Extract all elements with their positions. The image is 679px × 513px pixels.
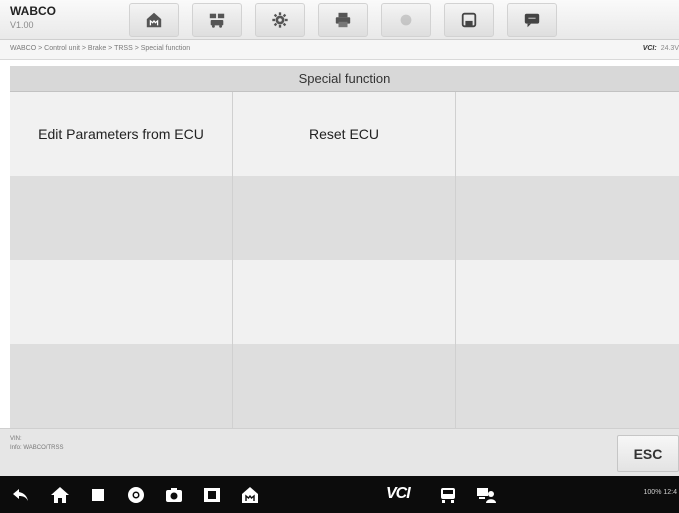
home-icon (146, 12, 162, 28)
function-cell (233, 260, 456, 344)
function-cell (456, 92, 679, 176)
vci-label: VCI: (642, 45, 657, 52)
function-cell[interactable]: Reset ECU (233, 92, 456, 176)
save-icon (461, 12, 477, 28)
recent-apps-button[interactable] (88, 485, 108, 505)
gear-icon (272, 12, 288, 28)
vin-label: VIN: (10, 436, 22, 442)
print-button[interactable] (318, 3, 368, 37)
maxifix-button[interactable] (240, 485, 260, 505)
function-cell[interactable]: Edit Parameters from ECU (10, 92, 233, 176)
battery-voltage: 24.3V (660, 45, 679, 52)
top-toolbar: WABCO V1.00 (0, 0, 679, 40)
vehicle-button[interactable] (438, 485, 458, 505)
function-cell (233, 176, 456, 260)
table-row (10, 344, 679, 428)
help-button[interactable] (381, 3, 431, 37)
data-logging-button[interactable] (507, 3, 557, 37)
table-row: Edit Parameters from ECU Reset ECU (10, 92, 679, 176)
back-arrow-icon (13, 489, 28, 501)
function-cell (233, 344, 456, 428)
function-grid: Edit Parameters from ECU Reset ECU (10, 92, 679, 428)
message-icon (524, 13, 540, 28)
info-bar: VIN: Info: WABCO/TRSS (0, 428, 679, 476)
table-row (10, 176, 679, 260)
help-icon (400, 14, 412, 26)
function-cell (456, 260, 679, 344)
settings-button[interactable] (255, 3, 305, 37)
function-cell (10, 344, 233, 428)
home-nav-button[interactable] (50, 485, 70, 505)
screenshot-icon (204, 488, 220, 502)
save-button[interactable] (444, 3, 494, 37)
screen-capture-button[interactable] (202, 485, 222, 505)
esc-button[interactable]: ESC (617, 435, 679, 472)
function-cell (456, 344, 679, 428)
camera-icon (166, 488, 182, 502)
system-nav-bar: VCI 100% 12:4 (0, 476, 679, 513)
brand-version: V1.00 (10, 20, 34, 30)
function-cell (10, 176, 233, 260)
browser-button[interactable] (126, 485, 146, 505)
camera-button[interactable] (164, 485, 184, 505)
vci-status: VCI: 24.3V (643, 45, 679, 52)
home-button[interactable] (129, 3, 179, 37)
table-row (10, 260, 679, 344)
home-m-icon (242, 487, 258, 503)
status-area: 100% 12:4 (643, 489, 677, 496)
breadcrumb-bar: WABCO > Control unit > Brake > TRSS > Sp… (0, 40, 679, 60)
table-title: Special function (10, 66, 679, 92)
breadcrumb: WABCO > Control unit > Brake > TRSS > Sp… (10, 45, 191, 52)
vehicle-info: VIN: Info: WABCO/TRSS (10, 435, 63, 453)
vehicle-swap-button[interactable] (192, 3, 242, 37)
back-button[interactable] (11, 485, 31, 505)
remote-button[interactable] (476, 485, 496, 505)
function-cell (456, 176, 679, 260)
house-icon (51, 487, 69, 503)
brand-name: WABCO (10, 4, 56, 18)
remote-support-icon (477, 488, 496, 503)
truck-icon (441, 488, 455, 503)
vci-nav-button[interactable]: VCI (386, 485, 411, 503)
printer-icon (335, 12, 351, 28)
info-text: Info: WABCO/TRSS (10, 445, 64, 451)
brand-block: WABCO V1.00 (10, 4, 110, 31)
function-cell (10, 260, 233, 344)
chrome-icon (128, 487, 144, 503)
recent-apps-icon (92, 489, 104, 501)
vehicle-swap-icon (209, 13, 225, 28)
